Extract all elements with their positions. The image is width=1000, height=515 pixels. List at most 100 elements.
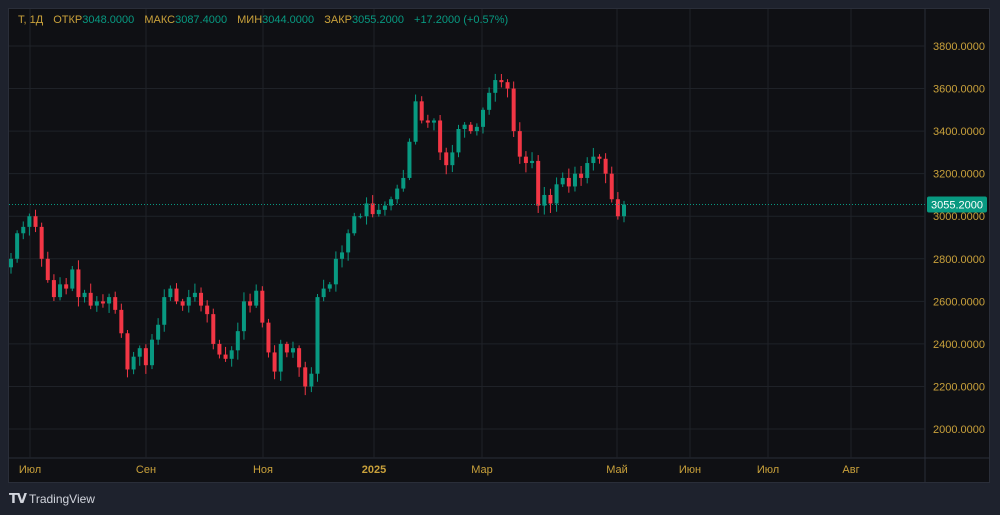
- candle-up: [254, 290, 259, 306]
- candle-up: [192, 292, 197, 298]
- candle-down: [579, 173, 584, 178]
- candle-down: [125, 333, 130, 370]
- candle-up: [278, 343, 283, 372]
- candle-up: [358, 216, 363, 218]
- candle-down: [143, 348, 148, 366]
- candle-up: [241, 301, 246, 332]
- candle-down: [609, 173, 614, 200]
- candle-down: [425, 120, 430, 123]
- candle-down: [597, 156, 602, 159]
- y-tick-label: 2600.0000: [933, 296, 985, 308]
- candle-down: [444, 152, 449, 166]
- candle-up: [346, 233, 351, 253]
- candle-down: [76, 269, 81, 298]
- x-tick-label: Сен: [136, 464, 156, 476]
- brand-name: TradingView: [28, 492, 95, 506]
- y-tick-label: 2800.0000: [933, 254, 985, 266]
- candle-up: [162, 297, 167, 325]
- x-tick-label: Авг: [842, 464, 859, 476]
- candle-down: [45, 258, 50, 281]
- candle-down: [615, 199, 620, 217]
- candle-down: [272, 352, 277, 372]
- candle-up: [382, 205, 387, 210]
- candle-up: [137, 348, 142, 357]
- candle-up: [340, 252, 345, 259]
- candle-up: [530, 160, 535, 164]
- candle-down: [217, 343, 222, 355]
- candle-up: [591, 156, 596, 164]
- candle-up: [315, 297, 320, 374]
- x-tick-label: Мар: [471, 464, 493, 476]
- candle-up: [395, 188, 400, 200]
- candle-down: [51, 280, 56, 298]
- candle-up: [450, 152, 455, 166]
- y-tick-label: 2400.0000: [933, 339, 985, 351]
- y-tick-label: 2200.0000: [933, 381, 985, 393]
- candle-down: [419, 101, 424, 121]
- y-tick-label: 3000.0000: [933, 211, 985, 223]
- candle-up: [235, 331, 240, 351]
- candle-up: [321, 288, 326, 298]
- candle-up: [560, 177, 565, 185]
- candle-up: [15, 233, 20, 259]
- candle-up: [487, 92, 492, 110]
- candle-down: [297, 348, 302, 368]
- candle-down: [205, 305, 210, 315]
- candle-down: [548, 194, 553, 204]
- candle-up: [229, 350, 234, 359]
- candles: [9, 73, 626, 396]
- candle-up: [149, 339, 154, 366]
- candle-down: [39, 226, 44, 259]
- candle-up: [376, 209, 381, 215]
- price-chart[interactable]: 3800.0000 3600.0000 3400.0000 3200.0000 3000…: [0, 0, 1000, 515]
- candle-down: [517, 131, 522, 157]
- candle-down: [284, 343, 289, 353]
- candle-up: [131, 356, 136, 370]
- candle-up: [481, 109, 486, 127]
- candle-down: [199, 292, 204, 306]
- ohlc-legend: T, 1Д ОТКР3048.0000 МАКС3087.4000 МИН304…: [18, 14, 508, 26]
- y-tick-label: 3400.0000: [933, 126, 985, 138]
- candle-up: [107, 297, 112, 304]
- candle-up: [352, 216, 357, 234]
- candle-down: [505, 82, 510, 89]
- y-tick-label: 3800.0000: [933, 41, 985, 53]
- x-tick-label: Ноя: [253, 464, 273, 476]
- candle-down: [100, 301, 105, 304]
- candle-down: [536, 160, 541, 206]
- change-value: +17.2000 (+0.57%): [414, 14, 509, 26]
- candle-up: [70, 269, 75, 289]
- close-label: ЗАКР: [324, 14, 352, 26]
- candle-up: [290, 348, 295, 353]
- candle-up: [364, 203, 369, 217]
- candle-up: [554, 184, 559, 204]
- x-tick-label: Июл: [19, 464, 41, 476]
- close-value: 3055.2000: [351, 14, 404, 26]
- candle-up: [333, 258, 338, 285]
- candle-up: [327, 284, 332, 289]
- candle-down: [113, 297, 118, 310]
- last-price-label: 3055.2000: [931, 199, 983, 211]
- candle-down: [566, 177, 571, 187]
- candle-up: [585, 163, 590, 178]
- y-tick-label: 3200.0000: [933, 169, 985, 181]
- candle-down: [370, 203, 375, 215]
- candle-up: [474, 126, 479, 132]
- candle-up: [186, 297, 191, 306]
- candle-up: [462, 124, 467, 129]
- candle-down: [260, 290, 265, 323]
- candle-down: [468, 124, 473, 132]
- candle-up: [407, 141, 412, 178]
- candle-up: [401, 177, 406, 189]
- candle-up: [21, 226, 26, 234]
- candle-down: [438, 120, 443, 153]
- candle-up: [456, 128, 461, 153]
- tradingview-brand[interactable]: 𝗧𝗩 TradingView: [9, 491, 95, 507]
- high-label: МАКС: [144, 14, 176, 26]
- candle-down: [266, 322, 271, 353]
- candle-down: [33, 216, 38, 227]
- candle-down: [64, 284, 69, 289]
- candle-down: [88, 292, 93, 306]
- candle-down: [499, 80, 504, 83]
- open-label: ОТКР: [53, 14, 83, 26]
